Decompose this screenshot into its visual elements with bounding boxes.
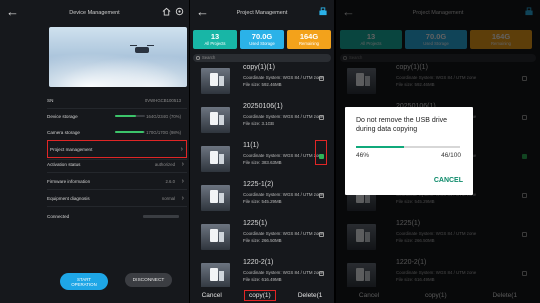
redacted-value — [143, 214, 179, 218]
dialog-message: Do not remove the USB drive during data … — [356, 117, 448, 133]
search-input[interactable]: Search — [193, 54, 331, 62]
diagnosis-label: Equipment diagnosis — [47, 195, 90, 201]
project-thumbnail — [201, 263, 230, 289]
action-bar: Cancel copy(1) Delete(1 — [190, 287, 334, 303]
device-storage-value: 164G/234G (70%) — [146, 113, 181, 119]
diagnosis-row[interactable]: Equipment diagnosis normal › — [47, 192, 187, 204]
project-name: copy(1)(1) — [243, 64, 275, 71]
chevron-right-icon: › — [181, 177, 184, 185]
disconnect-button[interactable]: DISCONNECT — [125, 273, 172, 287]
project-thumbnail — [201, 224, 230, 250]
project-name: 20250106(1) — [243, 103, 283, 110]
connected-row: Connected — [47, 210, 187, 222]
project-header: ← Project Management — [190, 0, 334, 26]
project-thumbnail — [201, 107, 230, 133]
file-size: File size: 3.1GB — [243, 121, 274, 126]
project-name: 1225-1(2) — [243, 181, 274, 188]
copy-progress-dialog: Do not remove the USB drive during data … — [345, 107, 473, 195]
progress-percent: 46% — [356, 152, 370, 159]
drone-image — [49, 27, 187, 87]
file-size: File size: 616.49MB — [243, 277, 282, 282]
select-checkbox[interactable] — [319, 232, 324, 237]
delete-button[interactable]: Delete(1 — [298, 292, 323, 299]
used-storage-tile: 70.0G Used Storage — [240, 30, 284, 49]
project-name: 1220-2(1) — [243, 259, 274, 266]
connected-label: Connected — [47, 213, 70, 219]
camera-storage-row: Camera storage 170G/170G (98%) — [47, 126, 187, 138]
list-item[interactable]: copy(1)(1) Coordinate System: WGS 84 / UT… — [190, 62, 334, 99]
camera-storage-label: Camera storage — [47, 129, 80, 135]
sn-label: SN — [47, 97, 54, 103]
sn-row: SN 0VWHGCB100513 — [47, 94, 187, 106]
select-checkbox[interactable] — [319, 76, 324, 81]
firmware-row[interactable]: Firmware information 2.6.0 › — [47, 175, 187, 187]
file-size: File size: 592.46MB — [243, 82, 282, 87]
diagnosis-value: normal — [161, 195, 175, 201]
list-item[interactable]: 11(1) Coordinate System: WGS 84 / UTM zon… — [190, 140, 334, 177]
project-management-label: Project management — [50, 146, 93, 152]
activation-label: Activation status — [47, 161, 81, 167]
all-projects-tile[interactable]: 13 All Projects — [193, 30, 237, 49]
device-header: ← Device Management — [0, 0, 189, 26]
back-arrow-icon[interactable]: ← — [196, 5, 210, 19]
coordinate-system: Coordinate System: WGS 84 / UTM zone — [243, 153, 324, 158]
list-item[interactable]: 20250106(1) Coordinate System: WGS 84 / U… — [190, 101, 334, 138]
dialog-cancel-button[interactable]: CANCEL — [434, 177, 463, 184]
page-title: Device Management — [69, 10, 120, 16]
project-name: 11(1) — [243, 142, 259, 149]
copy-button[interactable]: copy(1) — [243, 289, 276, 301]
back-arrow-icon[interactable]: ← — [6, 5, 20, 19]
select-checkbox[interactable] — [319, 193, 324, 198]
device-storage-row: Device storage 164G/234G (70%) — [47, 110, 187, 122]
home-icon[interactable] — [162, 7, 171, 16]
file-size: File size: 545.29MB — [243, 199, 282, 204]
project-thumbnail — [201, 185, 230, 211]
device-management-screen: ← Device Management SN 0VWHGCB100513 Dev… — [0, 0, 189, 303]
list-item[interactable]: 1225-1(2) Coordinate System: WGS 84 / UTM… — [190, 179, 334, 216]
coordinate-system: Coordinate System: WGS 84 / UTM zone — [243, 192, 324, 197]
project-management-row[interactable]: Project management › — [47, 140, 187, 158]
activation-row: Activation status authorized › — [47, 158, 187, 170]
project-thumbnail — [201, 68, 230, 94]
cancel-button[interactable]: Cancel — [202, 292, 222, 299]
copy-progress-screen: ← Project Management 13 All Projects 70.… — [336, 0, 540, 303]
device-storage-bar — [115, 114, 145, 118]
file-size: File size: 266.50MB — [243, 238, 282, 243]
select-checkbox[interactable] — [319, 115, 324, 120]
project-management-screen: ← Project Management 13 All Projects 70.… — [190, 0, 334, 303]
coordinate-system: Coordinate System: WGS 84 / UTM zone — [243, 114, 324, 119]
project-thumbnail — [201, 146, 230, 172]
drone-icon — [130, 45, 154, 53]
settings-icon[interactable] — [175, 7, 184, 16]
chevron-right-icon: › — [180, 145, 183, 153]
coordinate-system: Coordinate System: WGS 84 / UTM zone — [243, 270, 324, 275]
chevron-right-icon: › — [181, 160, 184, 168]
usb-drive-icon[interactable] — [318, 7, 328, 16]
firmware-value: 2.6.0 — [165, 178, 175, 184]
sn-value: 0VWHGCB100513 — [144, 97, 181, 103]
firmware-label: Firmware information — [47, 178, 91, 184]
start-operation-button[interactable]: START OPERATION — [60, 273, 108, 290]
remaining-tile: 164G Remaining — [287, 30, 331, 49]
page-title: Project Management — [236, 10, 288, 16]
select-checkbox[interactable] — [319, 271, 324, 276]
stat-tiles: 13 All Projects 70.0G Used Storage 164G … — [193, 30, 331, 49]
activation-value: authorized — [154, 161, 175, 167]
chevron-right-icon: › — [181, 194, 184, 202]
camera-storage-value: 170G/170G (98%) — [146, 129, 181, 135]
coordinate-system: Coordinate System: WGS 84 / UTM zone — [243, 231, 324, 236]
coordinate-system: Coordinate System: WGS 84 / UTM zone — [243, 75, 324, 80]
device-storage-label: Device storage — [47, 113, 78, 119]
copy-progress-bar — [356, 146, 460, 148]
file-size: File size: 383.63MB — [243, 160, 282, 165]
search-icon — [196, 56, 200, 60]
list-item[interactable]: 1225(1) Coordinate System: WGS 84 / UTM z… — [190, 218, 334, 255]
checkbox-highlight — [315, 140, 327, 165]
project-name: 1225(1) — [243, 220, 268, 227]
camera-storage-bar — [115, 130, 145, 134]
progress-count: 46/100 — [441, 152, 461, 159]
